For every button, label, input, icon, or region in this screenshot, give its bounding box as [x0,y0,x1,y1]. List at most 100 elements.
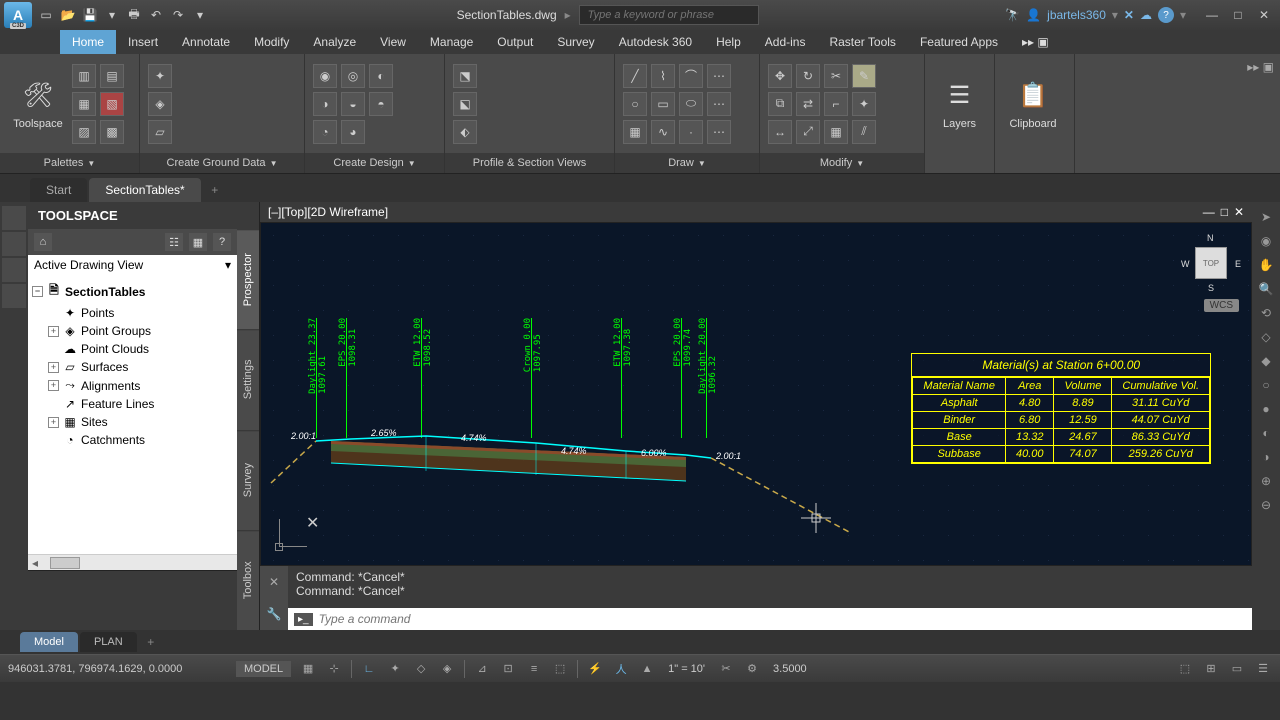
trim-icon[interactable]: ✂ [824,64,848,88]
scale-icon[interactable]: ⤢ [796,120,820,144]
palette-btn-2[interactable]: ▤ [100,64,124,88]
clipboard-button[interactable]: 📋 Clipboard [1003,64,1063,144]
qs-icon[interactable]: ⚡ [586,660,604,678]
iso-icon[interactable]: ⬚ [1176,660,1194,678]
minimize-button[interactable]: — [1200,5,1224,25]
qat-more-icon[interactable]: ▾ [190,5,210,25]
tree-item-feature-lines[interactable]: ↗Feature Lines [28,395,237,413]
spline-icon[interactable]: ∿ [651,120,675,144]
arc-icon[interactable]: ⌒ [679,64,703,88]
layout-add-button[interactable]: + [139,630,163,654]
custom-icon[interactable]: ☰ [1254,660,1272,678]
tree-item-point-clouds[interactable]: ☁Point Clouds [28,340,237,358]
toolspace-tree[interactable]: −🗎SectionTables ✦Points+◈Point Groups☁Po… [28,275,237,554]
otrack-icon[interactable]: ⊿ [473,660,491,678]
view-dropdown[interactable]: Active Drawing View▾ [28,255,237,275]
close-button[interactable]: ✕ [1252,5,1276,25]
search-input[interactable] [579,5,759,25]
tpy-icon[interactable]: ⬚ [551,660,569,678]
menu-autodesk-360[interactable]: Autodesk 360 [607,30,704,54]
viewport-label[interactable]: [–][Top][2D Wireframe] [268,205,388,219]
vp-minimize-icon[interactable]: — [1203,205,1215,219]
new-icon[interactable]: ▭ [36,5,56,25]
toolspace-button[interactable]: 🛠 Toolspace [8,64,68,144]
points-btn[interactable]: ✦ [148,64,172,88]
palette-btn-4[interactable]: ▧ [100,92,124,116]
ts-help-icon[interactable]: ? [213,233,231,251]
ts-grid-icon[interactable]: ▦ [189,233,207,251]
left-tool-4[interactable] [2,284,26,308]
anno-scale-value[interactable]: 3.5000 [769,661,811,677]
hatch-icon[interactable]: ▦ [623,120,647,144]
nav-pan-icon[interactable]: ✋ [1254,254,1278,276]
menu-featured-apps[interactable]: Featured Apps [908,30,1010,54]
3dosnap-icon[interactable]: ◈ [438,660,456,678]
design-btn-8[interactable]: ◕ [341,120,365,144]
sidetab-toolbox[interactable]: Toolbox [237,530,259,630]
menu-overflow[interactable]: ▸▸ ▣ [1010,30,1061,54]
tab-start[interactable]: Start [30,178,87,202]
save-icon[interactable]: 💾 [80,5,100,25]
help-icon[interactable]: ? [1158,7,1174,23]
nav-wheel-icon[interactable]: ◉ [1254,230,1278,252]
design-btn-7[interactable]: ◔ [313,120,337,144]
mirror-icon[interactable]: ⇄ [796,92,820,116]
menu-home[interactable]: Home [60,30,116,54]
menu-raster-tools[interactable]: Raster Tools [817,30,907,54]
menu-analyze[interactable]: Analyze [301,30,368,54]
fillet-icon[interactable]: ⌐ [824,92,848,116]
vp-close-icon[interactable]: ✕ [1234,205,1244,219]
menu-manage[interactable]: Manage [418,30,485,54]
profile-section-panel-label[interactable]: Profile & Section Views [445,153,614,173]
tree-item-point-groups[interactable]: +◈Point Groups [28,322,237,340]
profile-btn-1[interactable]: ⬔ [453,64,477,88]
nav-tool-8[interactable]: ○ [1254,374,1278,396]
nav-tool-12[interactable]: ⊕ [1254,470,1278,492]
user-icon[interactable]: 👤 [1026,8,1041,22]
tree-item-alignments[interactable]: +⤳Alignments [28,376,237,395]
create-design-panel-label[interactable]: Create Design▼ [305,153,444,173]
tree-item-surfaces[interactable]: +▱Surfaces [28,358,237,376]
tree-item-sites[interactable]: +▦Sites [28,413,237,431]
tree-scrollbar[interactable]: ◂ [28,554,237,570]
left-tool-3[interactable] [2,258,26,282]
anno-scale-icon[interactable]: ✂ [717,660,735,678]
cmd-wrench-icon[interactable]: 🔧 [267,607,282,621]
stretch-icon[interactable]: ↔ [768,120,792,144]
menu-insert[interactable]: Insert [116,30,170,54]
draw-panel-label[interactable]: Draw▼ [615,153,759,173]
ellipse-icon[interactable]: ⬭ [679,92,703,116]
draw-more-2[interactable]: ⋯ [707,92,731,116]
draw-more-3[interactable]: ⋯ [707,120,731,144]
osnap-icon[interactable]: ◇ [412,660,430,678]
layers-button[interactable]: ☰ Layers [933,64,986,144]
palettes-panel-label[interactable]: Palettes▼ [0,153,139,173]
ortho-icon[interactable]: ∟ [360,660,378,678]
gear-icon[interactable]: ⚙ [743,660,761,678]
menu-add-ins[interactable]: Add-ins [753,30,818,54]
rect-icon[interactable]: ▭ [651,92,675,116]
sc-icon[interactable]: 人 [612,660,630,678]
lwt-icon[interactable]: ≡ [525,660,543,678]
left-tool-2[interactable] [2,232,26,256]
polyline-icon[interactable]: ⌇ [651,64,675,88]
menu-modify[interactable]: Modify [242,30,301,54]
palette-btn-3[interactable]: ▦ [72,92,96,116]
sidetab-prospector[interactable]: Prospector [237,229,259,329]
explode-icon[interactable]: ✦ [852,92,876,116]
grid-toggle-icon[interactable]: ▦ [299,660,317,678]
sidetab-settings[interactable]: Settings [237,329,259,429]
a360-icon[interactable]: ☁ [1140,8,1152,22]
design-btn-3[interactable]: ◐ [369,64,393,88]
palette-btn-6[interactable]: ▩ [100,120,124,144]
plot-icon[interactable]: 🖶 [124,5,144,25]
open-icon[interactable]: 📂 [58,5,78,25]
anno-vis-icon[interactable]: ▲ [638,660,656,678]
polar-icon[interactable]: ✦ [386,660,404,678]
saveas-icon[interactable]: ▾ [102,5,122,25]
menu-output[interactable]: Output [485,30,545,54]
dyn-icon[interactable]: ⊡ [499,660,517,678]
ground-data-panel-label[interactable]: Create Ground Data▼ [140,153,304,173]
design-btn-5[interactable]: ◒ [341,92,365,116]
command-input[interactable] [319,612,1246,626]
